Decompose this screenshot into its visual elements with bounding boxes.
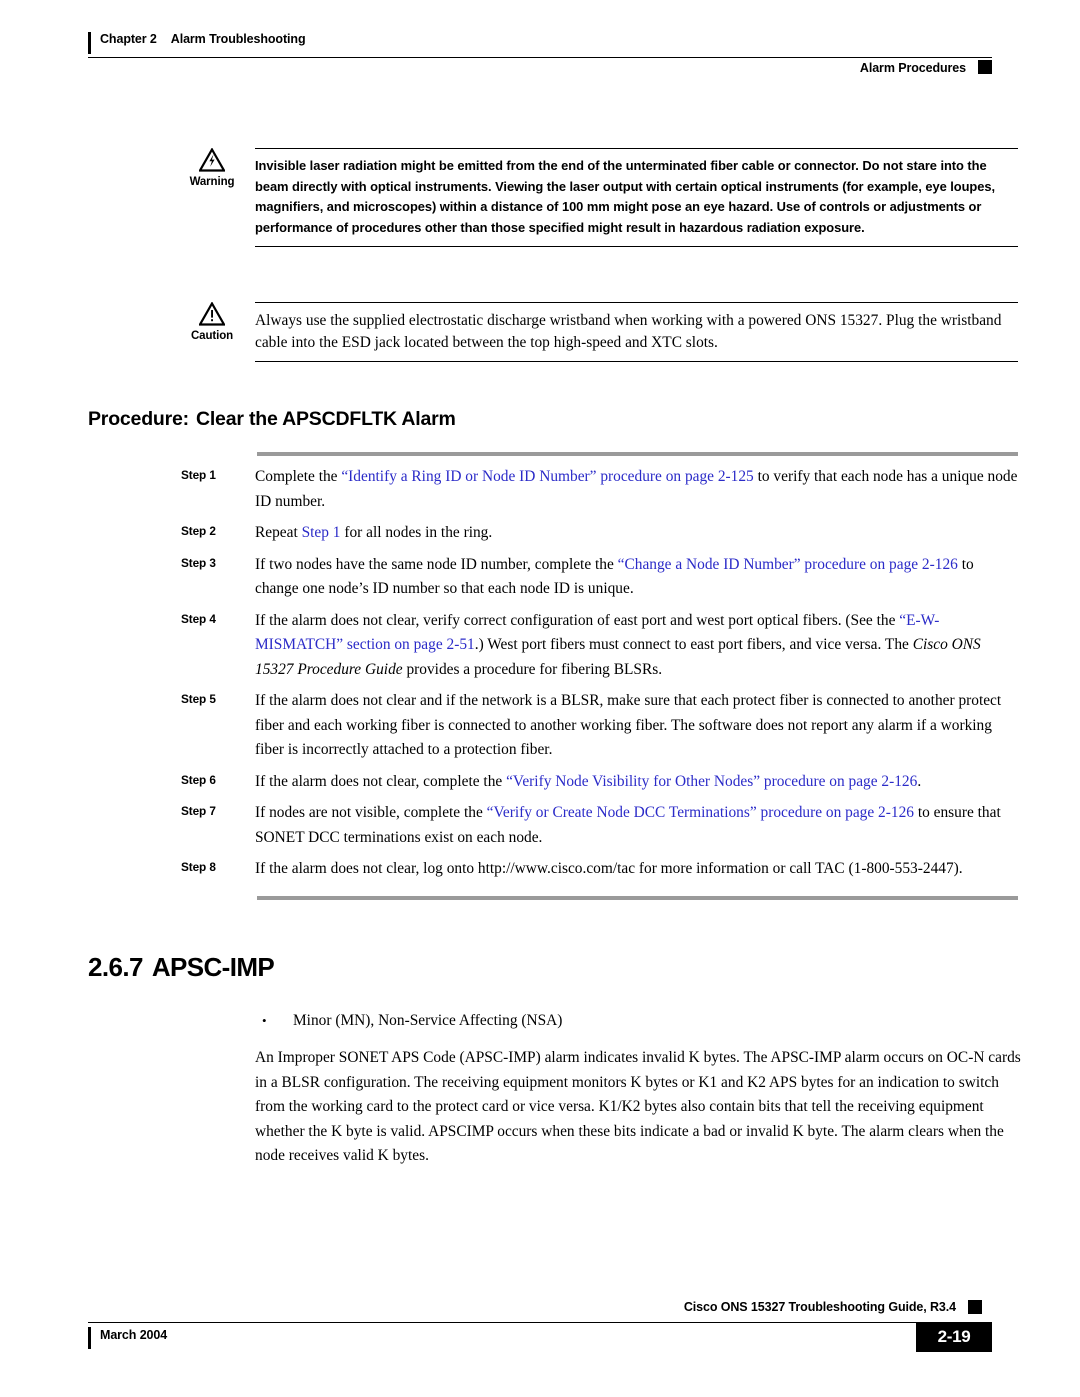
document-page: Chapter 2 Alarm Troubleshooting Alarm Pro… bbox=[0, 0, 1080, 1397]
steplist-bottom-rule bbox=[257, 895, 1018, 900]
step-text-run: for all nodes in the ring. bbox=[340, 524, 493, 541]
warning-laser-triangle-icon bbox=[176, 148, 248, 176]
step-text-run: If the alarm does not clear and if the n… bbox=[255, 692, 1002, 758]
procedure-step-list: Step 1 Complete the “Identify a Ring ID o… bbox=[0, 452, 1080, 900]
step-text-run: Complete the bbox=[255, 468, 342, 485]
step-label: Step 8 bbox=[181, 860, 216, 874]
warning-label: Warning bbox=[189, 176, 235, 188]
caution-triangle-icon bbox=[176, 302, 248, 330]
caution-bottom-rule bbox=[255, 361, 1018, 362]
bullet-dot-icon: • bbox=[262, 1013, 267, 1028]
step-label: Step 7 bbox=[181, 804, 216, 818]
step-text-run: provides a procedure for fibering BLSRs. bbox=[402, 660, 663, 678]
header-divider bbox=[88, 57, 992, 58]
step-body: If two nodes have the same node ID numbe… bbox=[255, 553, 1018, 602]
caution-label: Caution bbox=[190, 330, 234, 342]
procedure-heading-prefix: Procedure: bbox=[88, 408, 189, 430]
procedure-step: Step 4 If the alarm does not clear, verif… bbox=[0, 609, 1080, 683]
step-body: If the alarm does not clear and if the n… bbox=[255, 689, 1018, 763]
procedure-step: Step 8 If the alarm does not clear, log o… bbox=[0, 857, 1080, 882]
step-label: Step 3 bbox=[181, 555, 216, 570]
step-text-run: .) West port fibers must connect to east… bbox=[474, 636, 913, 653]
step-text-run: If nodes are not visible, complete the bbox=[255, 804, 487, 821]
cross-reference-link[interactable]: “Verify or Create Node DCC Terminations”… bbox=[487, 804, 914, 821]
footer-page-number: 2-19 bbox=[916, 1322, 992, 1352]
section-title: APSC-IMP bbox=[151, 952, 275, 982]
procedure-step: Step 7 If nodes are not visible, complete… bbox=[0, 801, 1080, 850]
header-marker-square bbox=[978, 60, 992, 74]
step-text-run: If two nodes have the same node ID numbe… bbox=[255, 555, 618, 573]
header-chapter-title: Alarm Troubleshooting bbox=[170, 32, 306, 46]
step-label: Step 1 bbox=[181, 468, 216, 482]
page-footer: Cisco ONS 15327 Troubleshooting Guide, R… bbox=[88, 1300, 992, 1370]
footer-doc-title: Cisco ONS 15327 Troubleshooting Guide, R… bbox=[683, 1300, 956, 1314]
page-header: Chapter 2 Alarm Troubleshooting Alarm Pro… bbox=[88, 30, 992, 76]
procedure-step: Step 6 If the alarm does not clear, compl… bbox=[0, 770, 1080, 795]
caution-body-column: Always use the supplied electrostatic di… bbox=[255, 302, 1018, 362]
steps-container: Step 1 Complete the “Identify a Ring ID o… bbox=[0, 456, 1080, 882]
step-body: If the alarm does not clear, complete th… bbox=[255, 770, 1018, 795]
header-left-rule bbox=[88, 32, 91, 54]
procedure-step: Step 2 Repeat Step 1 for all nodes in the… bbox=[0, 521, 1080, 546]
section-paragraph: An Improper SONET APS Code (APSC-IMP) al… bbox=[255, 1049, 1021, 1164]
footer-divider bbox=[88, 1322, 968, 1323]
step-text-run: If the alarm does not clear, log onto ht… bbox=[255, 860, 963, 877]
cross-reference-link[interactable]: Step 1 bbox=[302, 524, 341, 541]
step-label: Step 6 bbox=[181, 772, 216, 787]
step-body: Complete the “Identify a Ring ID or Node… bbox=[255, 465, 1018, 514]
cross-reference-link[interactable]: “Identify a Ring ID or Node ID Number” p… bbox=[341, 468, 753, 485]
step-label: Step 2 bbox=[181, 524, 216, 538]
warning-body-column: Invisible laser radiation might be emitt… bbox=[255, 148, 1018, 247]
section-number: 2.6.7 bbox=[88, 952, 143, 982]
section-heading: 2.6.7 APSC-IMP bbox=[88, 952, 275, 983]
warning-bottom-rule bbox=[255, 246, 1018, 247]
procedure-step: Step 3 If two nodes have the same node ID… bbox=[0, 553, 1080, 602]
warning-icon-column: Warning bbox=[176, 148, 248, 188]
footer-date: March 2004 bbox=[100, 1328, 168, 1342]
cross-reference-link[interactable]: “Verify Node Visibility for Other Nodes”… bbox=[506, 773, 917, 790]
header-running-head: Alarm Procedures bbox=[859, 61, 966, 75]
caution-text: Always use the supplied electrostatic di… bbox=[255, 312, 1002, 351]
step-label: Step 4 bbox=[181, 611, 216, 626]
warning-text: Invisible laser radiation might be emitt… bbox=[255, 158, 995, 235]
header-chapter-number: Chapter 2 bbox=[100, 32, 157, 46]
step-label: Step 5 bbox=[181, 692, 216, 706]
step-text-run: If the alarm does not clear, verify corr… bbox=[255, 611, 900, 629]
step-body: Repeat Step 1 for all nodes in the ring. bbox=[255, 521, 1018, 546]
step-body: If the alarm does not clear, verify corr… bbox=[255, 609, 1018, 683]
procedure-step: Step 5 If the alarm does not clear and if… bbox=[0, 689, 1080, 763]
footer-left-rule bbox=[88, 1327, 91, 1349]
step-text-run: . bbox=[917, 772, 922, 790]
cross-reference-link[interactable]: “Change a Node ID Number” procedure on p… bbox=[618, 556, 958, 573]
section-bullet-text: Minor (MN), Non-Service Affecting (NSA) bbox=[293, 1012, 563, 1029]
step-text-run: If the alarm does not clear, complete th… bbox=[255, 772, 507, 790]
footer-marker-square bbox=[968, 1300, 982, 1314]
procedure-heading-title: Clear the APSCDFLTK Alarm bbox=[195, 408, 456, 430]
header-chapter: Chapter 2 Alarm Troubleshooting bbox=[100, 32, 306, 46]
procedure-heading: Procedure: Clear the APSCDFLTK Alarm bbox=[88, 408, 456, 431]
procedure-step: Step 1 Complete the “Identify a Ring ID o… bbox=[0, 465, 1080, 514]
step-body: If the alarm does not clear, log onto ht… bbox=[255, 857, 1018, 882]
step-body: If nodes are not visible, complete the “… bbox=[255, 801, 1018, 850]
section-bullet-item: • Minor (MN), Non-Service Affecting (NSA… bbox=[255, 1010, 1018, 1032]
caution-icon-column: Caution bbox=[176, 302, 248, 342]
step-text-run: Repeat bbox=[255, 524, 302, 541]
